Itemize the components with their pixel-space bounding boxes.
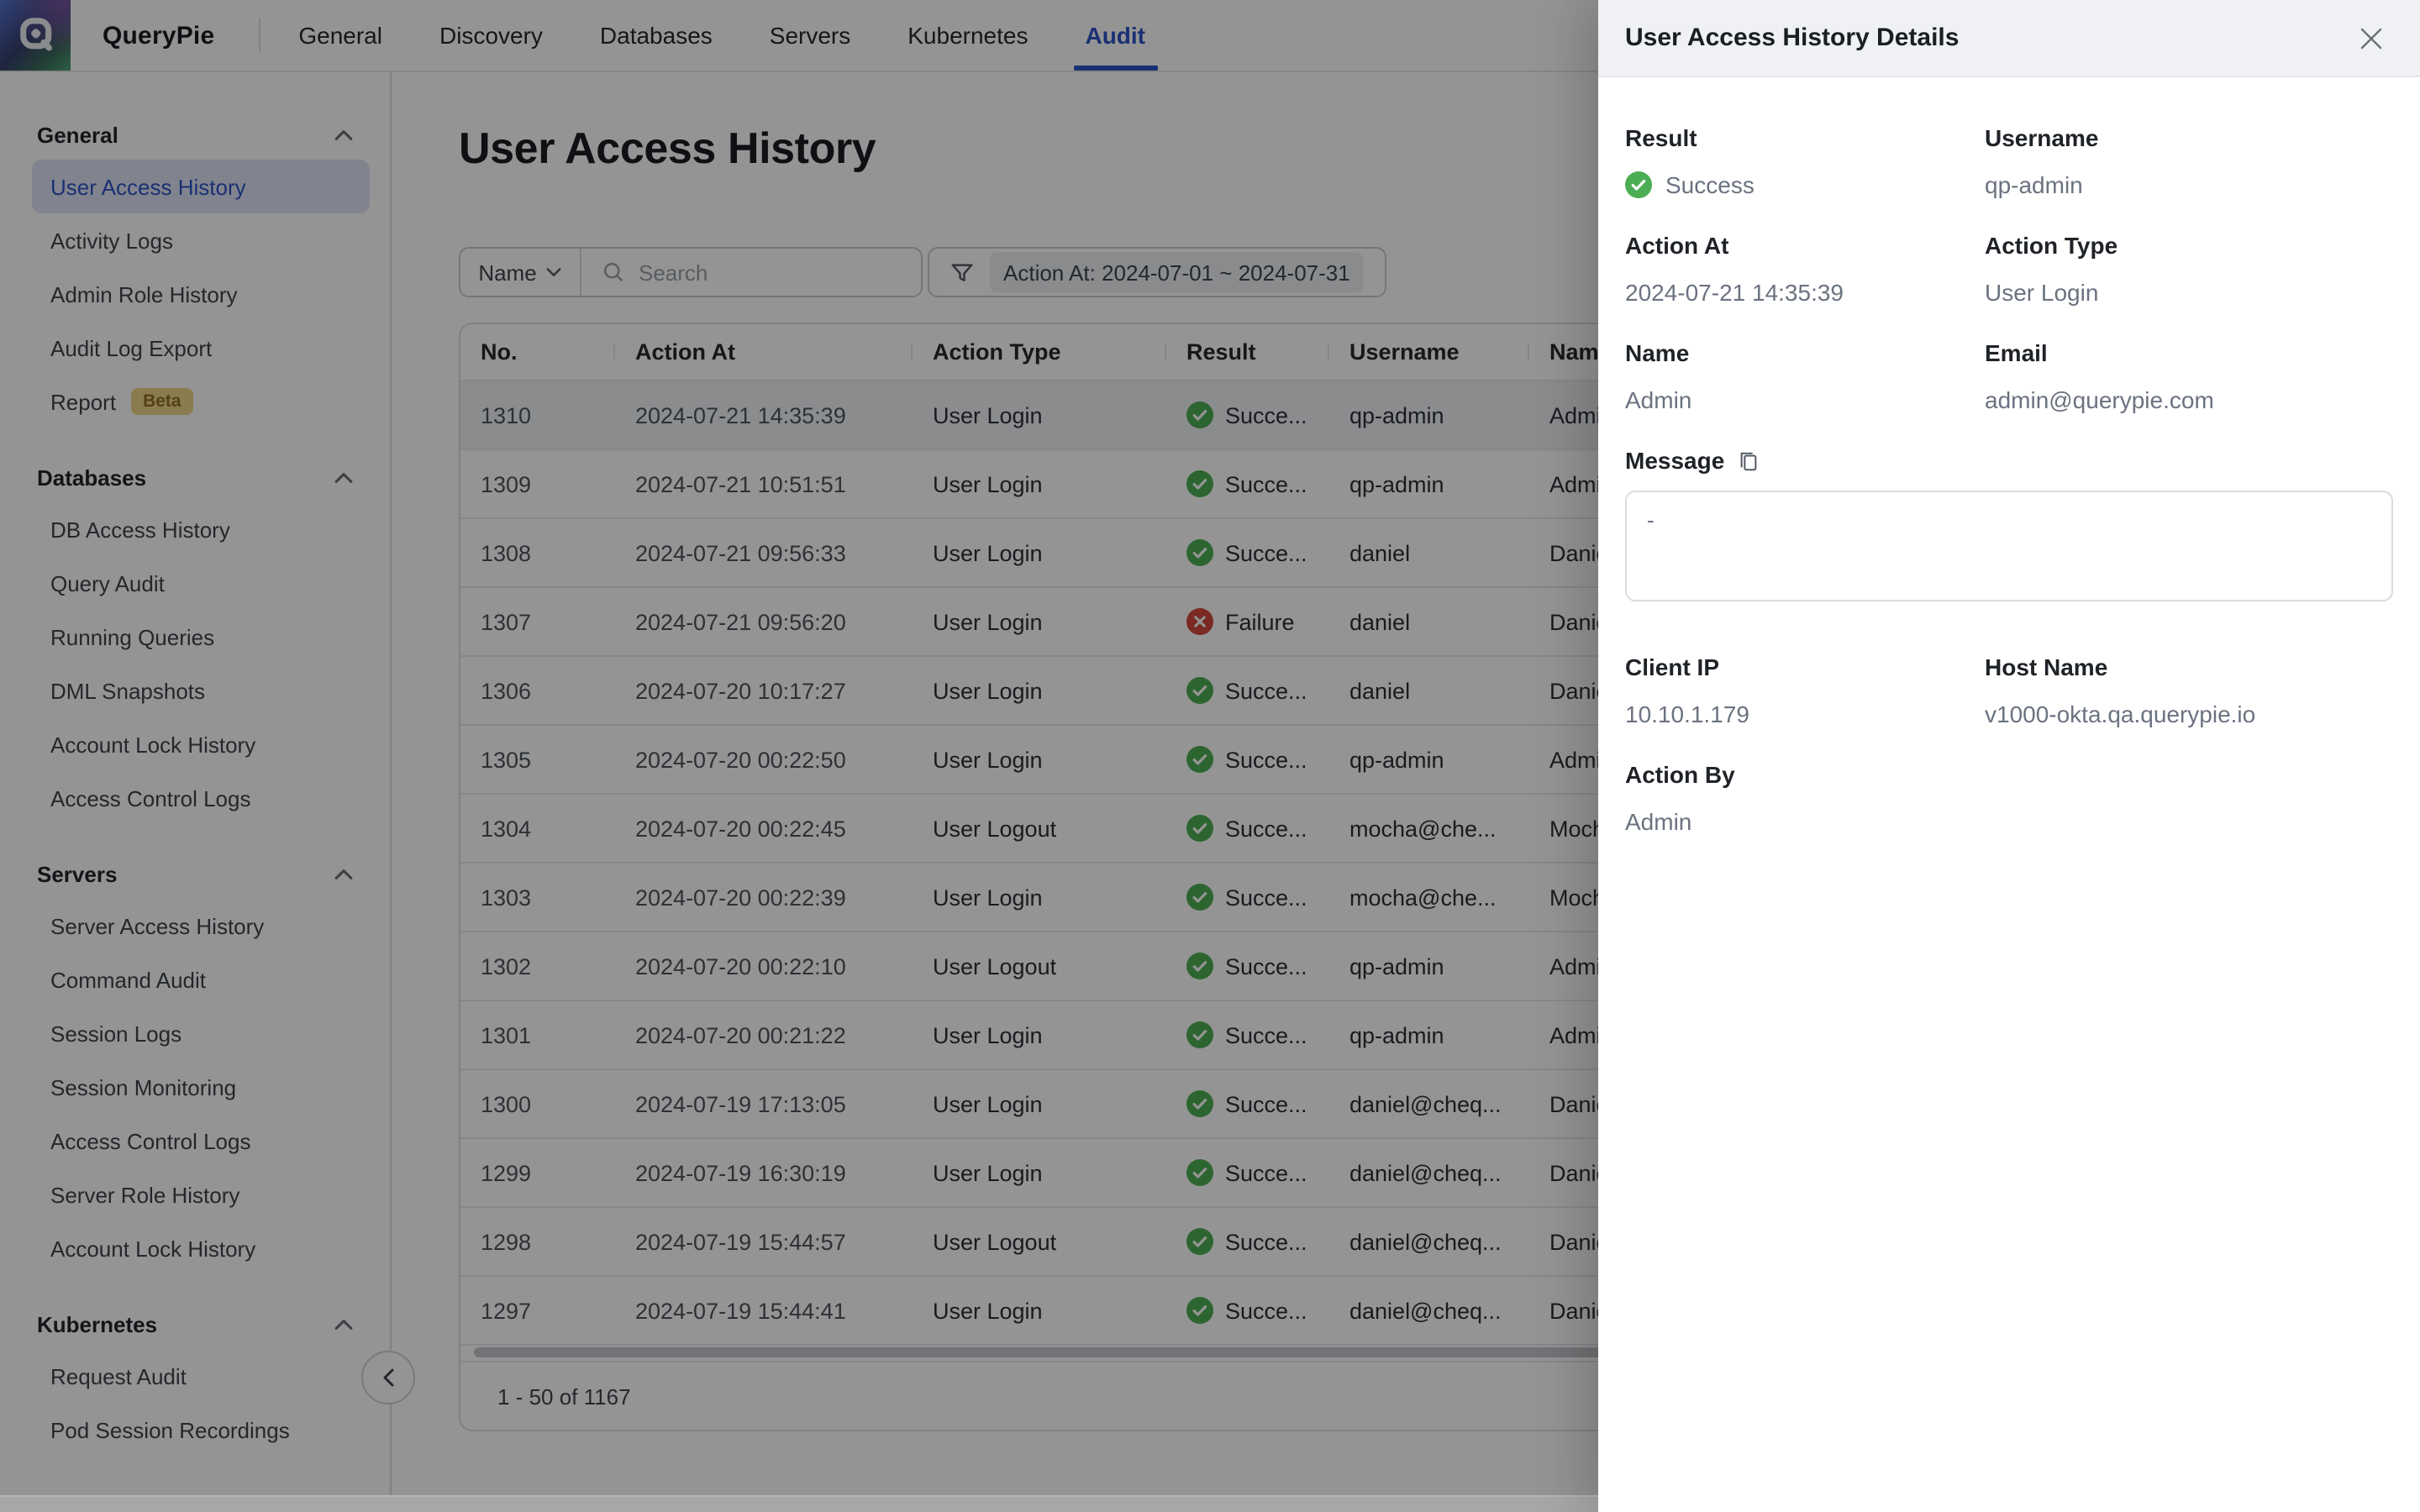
detail-value: 2024-07-21 14:35:39 <box>1625 276 1985 309</box>
detail-label: Name <box>1625 336 1985 370</box>
detail-value-text: qp-admin <box>1985 168 2083 202</box>
drawer-body: Result Success Username qp-adminAction At 20… <box>1598 77 2420 892</box>
success-icon <box>1625 171 1652 198</box>
detail-value-text: 10.10.1.179 <box>1625 697 1749 731</box>
detail-value: v1000-okta.qa.querypie.io <box>1985 697 2393 731</box>
detail-field-action-by: Action By Admin <box>1625 758 1985 838</box>
message-field: Message - <box>1625 444 2393 601</box>
detail-field-action-type: Action Type User Login <box>1985 228 2393 309</box>
detail-label: Action Type <box>1985 228 2393 262</box>
detail-value-text: Admin <box>1625 383 1691 417</box>
detail-value-text: admin@querypie.com <box>1985 383 2214 417</box>
detail-field-username: Username qp-admin <box>1985 121 2393 202</box>
detail-label: Action By <box>1625 758 1985 791</box>
detail-label: Action At <box>1625 228 1985 262</box>
detail-field-email: Email admin@querypie.com <box>1985 336 2393 417</box>
detail-value: Success <box>1625 168 1985 202</box>
detail-value: User Login <box>1985 276 2393 309</box>
detail-label: Email <box>1985 336 2393 370</box>
detail-value-text: v1000-okta.qa.querypie.io <box>1985 697 2255 731</box>
drawer-fields-bottom: Client IP 10.10.1.179 Host Name v1000-okta.… <box>1625 650 2393 865</box>
detail-value: Admin <box>1625 383 1985 417</box>
detail-label: Result <box>1625 121 1985 155</box>
detail-value-text: Admin <box>1625 805 1691 838</box>
detail-field-result: Result Success <box>1625 121 1985 202</box>
detail-field-client-ip: Client IP 10.10.1.179 <box>1625 650 1985 731</box>
detail-field-name: Name Admin <box>1625 336 1985 417</box>
close-icon <box>2360 26 2383 50</box>
detail-value: Admin <box>1625 805 1985 838</box>
detail-field-host-name: Host Name v1000-okta.qa.querypie.io <box>1985 650 2393 731</box>
detail-field-action-at: Action At 2024-07-21 14:35:39 <box>1625 228 1985 309</box>
close-button[interactable] <box>2353 19 2390 56</box>
app-window: QueryPie GeneralDiscoveryDatabasesServer… <box>0 0 2420 1512</box>
drawer-fields-top: Result Success Username qp-adminAction At 20… <box>1625 121 2393 444</box>
drawer-title: User Access History Details <box>1625 24 1959 52</box>
detail-value-text: User Login <box>1985 276 2098 309</box>
details-drawer: User Access History Details Result Succes… <box>1598 0 2420 1512</box>
detail-value-text: Success <box>1665 168 1754 202</box>
drawer-header: User Access History Details <box>1598 0 2420 77</box>
detail-value: qp-admin <box>1985 168 2393 202</box>
detail-label: Client IP <box>1625 650 1985 684</box>
detail-label: Username <box>1985 121 2393 155</box>
copy-icon <box>1738 449 1760 471</box>
detail-label: Host Name <box>1985 650 2393 684</box>
detail-value: 10.10.1.179 <box>1625 697 1985 731</box>
message-label: Message <box>1625 444 1724 477</box>
detail-value-text: 2024-07-21 14:35:39 <box>1625 276 1844 309</box>
detail-value: admin@querypie.com <box>1985 383 2393 417</box>
message-box: - <box>1625 491 2393 601</box>
copy-button[interactable] <box>1738 449 1760 471</box>
